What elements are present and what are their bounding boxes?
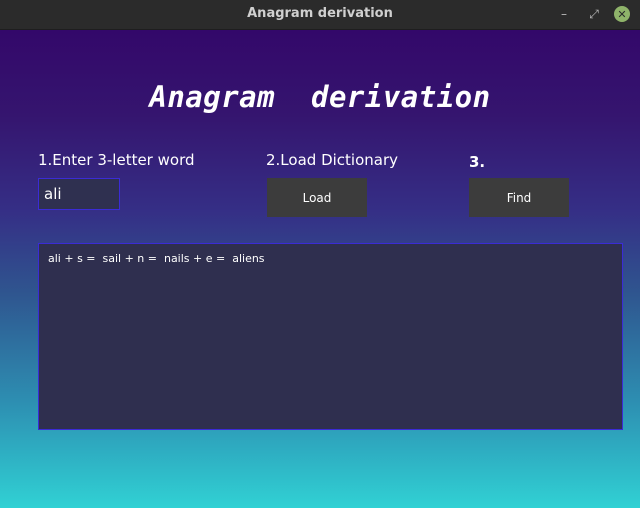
restore-icon[interactable]: ⤢: [585, 5, 603, 23]
minimize-icon[interactable]: –: [555, 5, 573, 23]
step1-label: 1.Enter 3-letter word: [38, 151, 195, 169]
main-panel: Anagram derivation 1.Enter 3-letter word…: [0, 30, 640, 508]
page-title: Anagram derivation: [149, 80, 491, 114]
title-bar[interactable]: Anagram derivation – ⤢ ✕: [0, 0, 640, 30]
find-button[interactable]: Find: [469, 178, 569, 217]
step3-label: 3.: [469, 153, 486, 171]
app-window: Anagram derivation – ⤢ ✕ Anagram derivat…: [0, 0, 640, 508]
step2-label: 2.Load Dictionary: [266, 151, 398, 169]
window-title: Anagram derivation: [247, 6, 393, 21]
load-button[interactable]: Load: [267, 178, 367, 217]
result-output[interactable]: ali + s = sail + n = nails + e = aliens: [38, 243, 623, 430]
word-input[interactable]: [38, 178, 120, 210]
close-icon[interactable]: ✕: [614, 6, 630, 22]
